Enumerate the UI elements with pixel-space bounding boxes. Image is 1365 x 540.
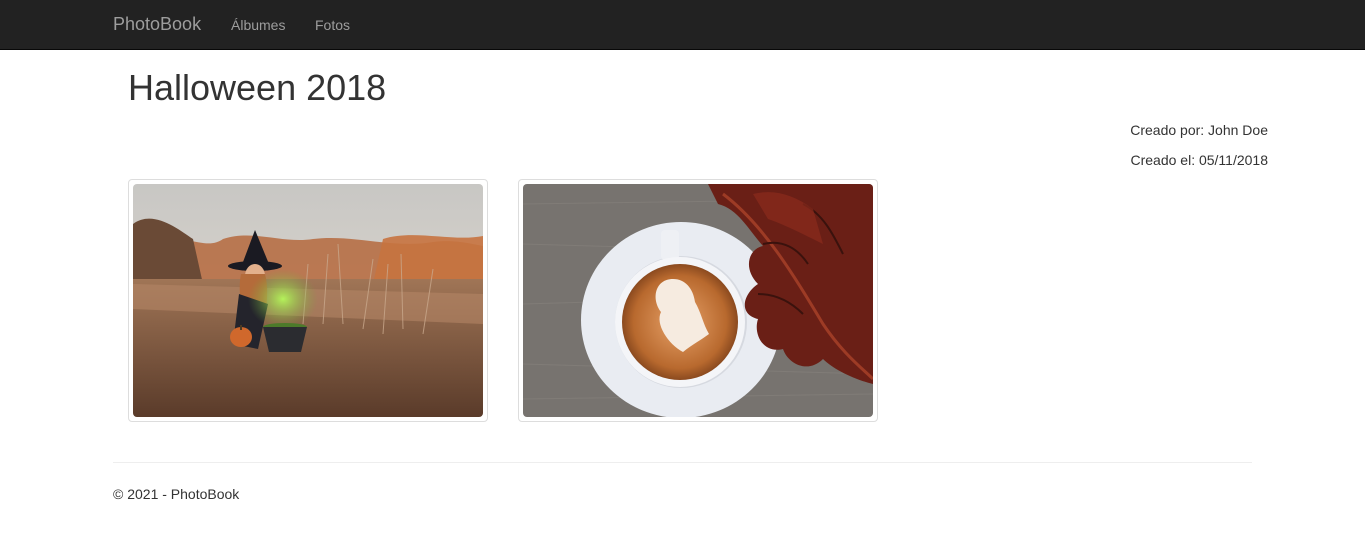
witch-photo-image	[133, 184, 483, 417]
album-author: Creado por: John Doe	[1130, 122, 1268, 138]
nav-link-photos[interactable]: Fotos	[315, 16, 350, 34]
album-title: Halloween 2018	[128, 67, 387, 108]
album-date: Creado el: 05/11/2018	[1130, 152, 1268, 168]
photo-thumbnail-coffee[interactable]	[518, 179, 878, 422]
top-navbar: PhotoBook Álbumes Fotos	[0, 0, 1365, 50]
nav-link-albums[interactable]: Álbumes	[231, 16, 285, 34]
coffee-photo-image	[523, 184, 873, 417]
footer-copyright: © 2021 - PhotoBook	[113, 486, 240, 502]
brand-link[interactable]: PhotoBook	[113, 13, 201, 35]
footer-divider	[113, 462, 1252, 463]
photo-thumbnail-witch[interactable]	[128, 179, 488, 422]
